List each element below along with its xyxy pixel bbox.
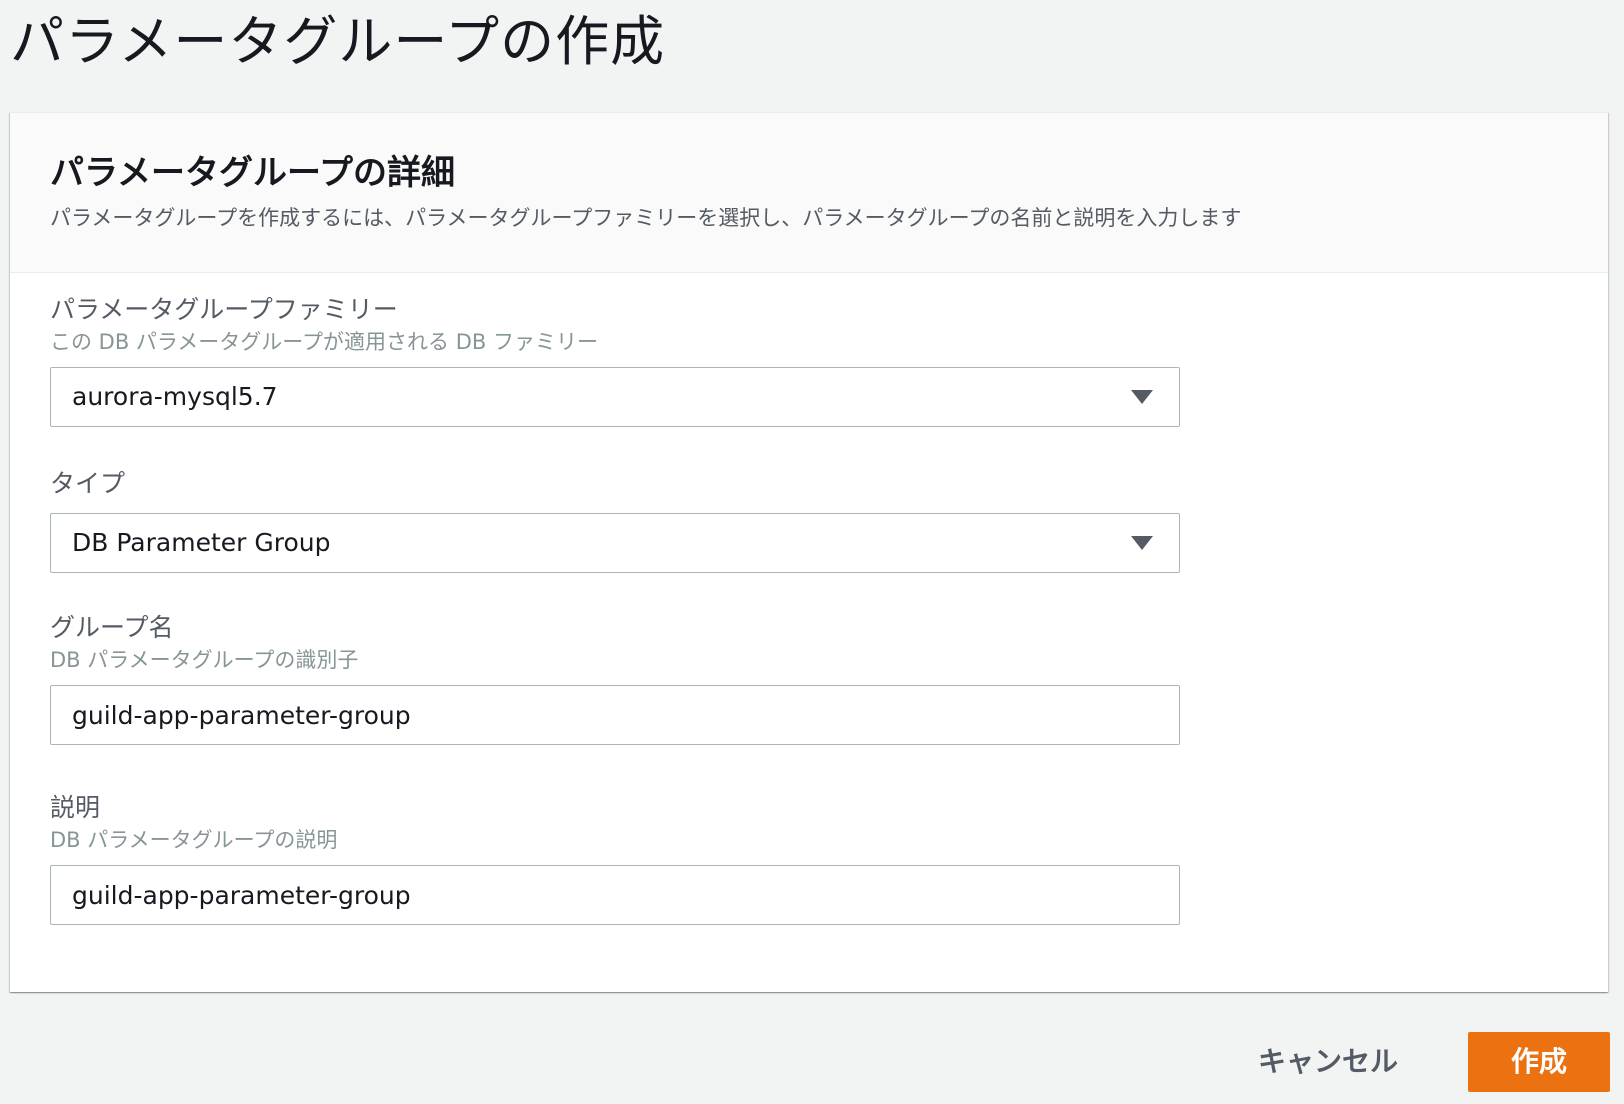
- group-name-label: グループ名: [50, 613, 174, 642]
- family-field: パラメータグループファミリー この DB パラメータグループが適用される DB …: [50, 293, 1180, 427]
- parameter-group-details-panel: パラメータグループの詳細 パラメータグループを作成するには、パラメータグループフ…: [10, 112, 1608, 992]
- family-select[interactable]: aurora-mysql5.7: [50, 367, 1180, 427]
- cancel-button[interactable]: キャンセル: [1248, 1032, 1408, 1092]
- type-select[interactable]: DB Parameter Group: [50, 513, 1180, 573]
- caret-down-icon: [1131, 390, 1153, 404]
- family-hint: この DB パラメータグループが適用される DB ファミリー: [50, 330, 598, 354]
- description-label: 説明: [50, 793, 101, 822]
- description-hint: DB パラメータグループの説明: [50, 828, 338, 852]
- panel-title: パラメータグループの詳細: [50, 153, 455, 193]
- family-select-value: aurora-mysql5.7: [72, 382, 278, 411]
- panel-header: パラメータグループの詳細 パラメータグループを作成するには、パラメータグループフ…: [10, 113, 1608, 273]
- description-field: 説明 DB パラメータグループの説明: [50, 791, 1180, 925]
- create-button[interactable]: 作成: [1468, 1032, 1610, 1092]
- type-label: タイプ: [50, 469, 126, 498]
- page-title: パラメータグループの作成: [10, 10, 666, 73]
- caret-down-icon: [1131, 536, 1153, 550]
- type-field: タイプ DB Parameter Group: [50, 467, 1180, 573]
- description-input[interactable]: [50, 865, 1180, 925]
- family-label: パラメータグループファミリー: [50, 295, 398, 324]
- group-name-field: グループ名 DB パラメータグループの識別子: [50, 611, 1180, 745]
- group-name-hint: DB パラメータグループの識別子: [50, 648, 359, 672]
- group-name-input[interactable]: [50, 685, 1180, 745]
- panel-description: パラメータグループを作成するには、パラメータグループファミリーを選択し、パラメー…: [50, 206, 1242, 230]
- type-select-value: DB Parameter Group: [72, 528, 331, 557]
